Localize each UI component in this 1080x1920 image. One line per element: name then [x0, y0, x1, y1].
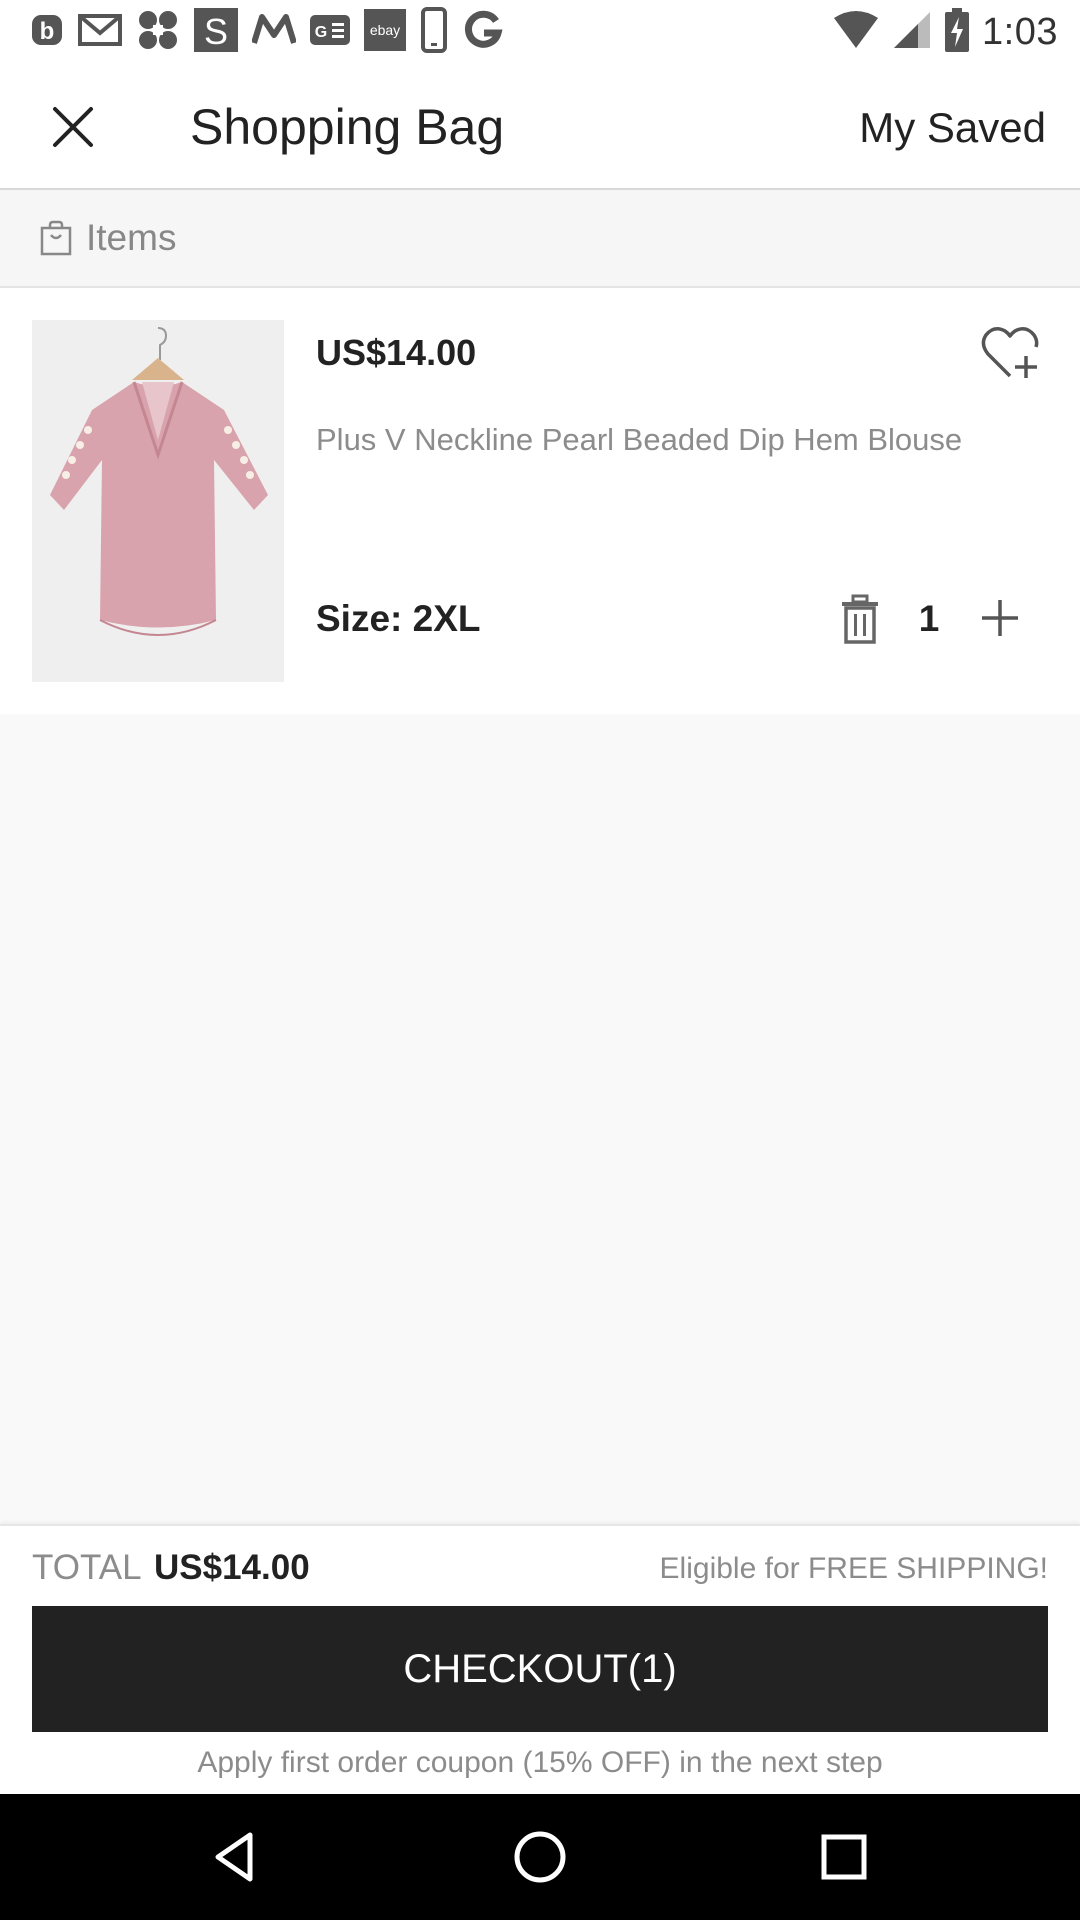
- total-label: TOTAL: [32, 1548, 142, 1587]
- home-icon: [510, 1831, 570, 1891]
- delete-item-button[interactable]: [836, 594, 884, 646]
- gmail-icon: [78, 13, 122, 52]
- back-button[interactable]: [206, 1827, 266, 1887]
- notification-icons: b S G ebay: [30, 6, 504, 58]
- quantity-increase-button[interactable]: [976, 594, 1024, 642]
- checkout-panel: TOTAL US$14.00 Eligible for FREE SHIPPIN…: [0, 1524, 1080, 1796]
- cart-item: US$14.00 Plus V Neckline Pearl Beaded Di…: [0, 288, 1080, 714]
- b-app-icon: b: [30, 13, 64, 52]
- pinwheel-app-icon: [136, 8, 180, 57]
- plus-icon: [976, 600, 1024, 646]
- recents-icon: [814, 1834, 874, 1891]
- item-size[interactable]: Size: 2XL: [316, 598, 481, 640]
- ebay-icon: ebay: [364, 8, 406, 56]
- item-price: US$14.00: [316, 332, 477, 373]
- total-value: US$14.00: [154, 1548, 310, 1587]
- svg-text:G: G: [315, 24, 327, 41]
- close-button[interactable]: [38, 94, 108, 164]
- close-icon: [52, 106, 94, 153]
- status-bar: b S G ebay 1:03: [0, 0, 1080, 64]
- s-app-icon: S: [194, 7, 238, 57]
- trash-icon: [836, 594, 884, 650]
- svg-text:b: b: [40, 18, 55, 45]
- home-button[interactable]: [510, 1827, 570, 1887]
- items-label: Items: [86, 217, 177, 258]
- save-to-wishlist-button[interactable]: [978, 322, 1042, 386]
- checkout-button[interactable]: CHECKOUT(1): [32, 1606, 1048, 1732]
- g-app-icon: [462, 9, 504, 56]
- product-name[interactable]: Plus V Neckline Pearl Beaded Dip Hem Blo…: [316, 422, 962, 458]
- shipping-note: Eligible for FREE SHIPPING!: [659, 1552, 1048, 1585]
- wifi-icon: [832, 10, 880, 55]
- system-status: 1:03: [832, 0, 1058, 64]
- ebay-logo-text: ebay: [370, 22, 400, 38]
- shopping-bag-icon: [40, 220, 72, 256]
- product-image[interactable]: [32, 320, 284, 682]
- battery-charging-icon: [944, 7, 970, 57]
- status-time: 1:03: [982, 10, 1058, 53]
- my-saved-link[interactable]: My Saved: [859, 104, 1046, 152]
- heart-plus-icon: [978, 327, 1042, 390]
- phone-device-icon: [420, 6, 448, 58]
- items-section-header: Items: [0, 190, 1080, 288]
- back-icon: [206, 1832, 266, 1891]
- coupon-note: Apply first order coupon (15% OFF) in th…: [197, 1746, 883, 1779]
- svg-text:S: S: [204, 11, 228, 52]
- news-icon: G: [310, 14, 350, 50]
- system-nav-bar: [0, 1794, 1080, 1920]
- quantity-value: 1: [918, 598, 940, 639]
- myntra-icon: [251, 13, 297, 52]
- app-bar: Shopping Bag My Saved: [0, 64, 1080, 190]
- recents-button[interactable]: [814, 1827, 874, 1887]
- page-title: Shopping Bag: [190, 99, 505, 155]
- signal-icon: [892, 10, 932, 55]
